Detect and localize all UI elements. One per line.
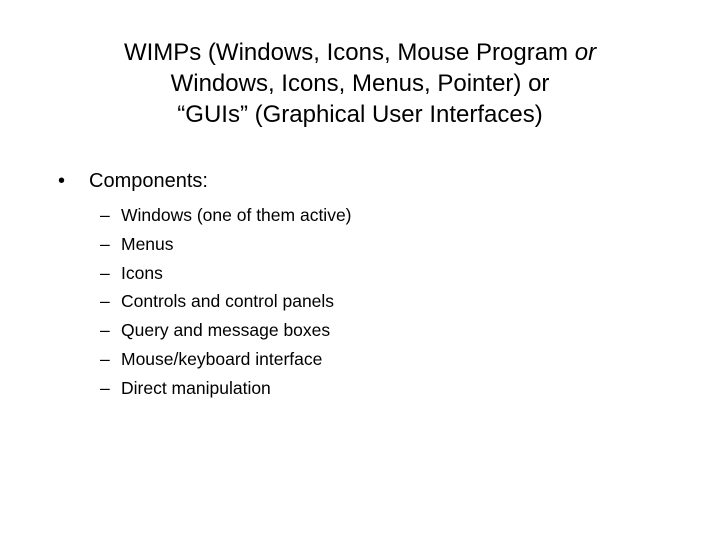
bullet-marker: • <box>58 170 66 192</box>
title-line-3: “GUIs” (Graphical User Interfaces) <box>177 101 543 128</box>
title-line-2: Windows, Icons, Menus, Pointer) or <box>170 70 550 97</box>
title-line-1: WIMPs (Windows, Icons, Mouse Program or <box>60 37 660 68</box>
dash-marker: – <box>100 377 110 398</box>
bullet-label: Components: <box>89 170 208 192</box>
dash-marker: – <box>100 233 110 254</box>
list-item-text: Direct manipulation <box>121 377 271 398</box>
title-italic-or: or <box>574 39 597 66</box>
list-item-text: Windows (one of them active) <box>121 205 352 225</box>
dash-marker: – <box>100 291 110 312</box>
dash-marker: – <box>100 205 110 225</box>
dash-marker: – <box>100 262 110 283</box>
list-item-text: Controls and control panels <box>121 291 335 312</box>
title-line-1-text: WIMPs (Windows, Icons, Mouse Program <box>123 39 575 66</box>
list-item-text: Mouse/keyboard interface <box>121 348 323 369</box>
slide-title: WIMPs (Windows, Icons, Mouse Program or … <box>60 37 660 130</box>
list-item-text: Icons <box>121 262 163 283</box>
dash-marker: – <box>100 320 110 341</box>
list-item-text: Query and message boxes <box>121 320 331 341</box>
list-item-text: Menus <box>121 233 174 254</box>
dash-marker: – <box>100 348 110 369</box>
